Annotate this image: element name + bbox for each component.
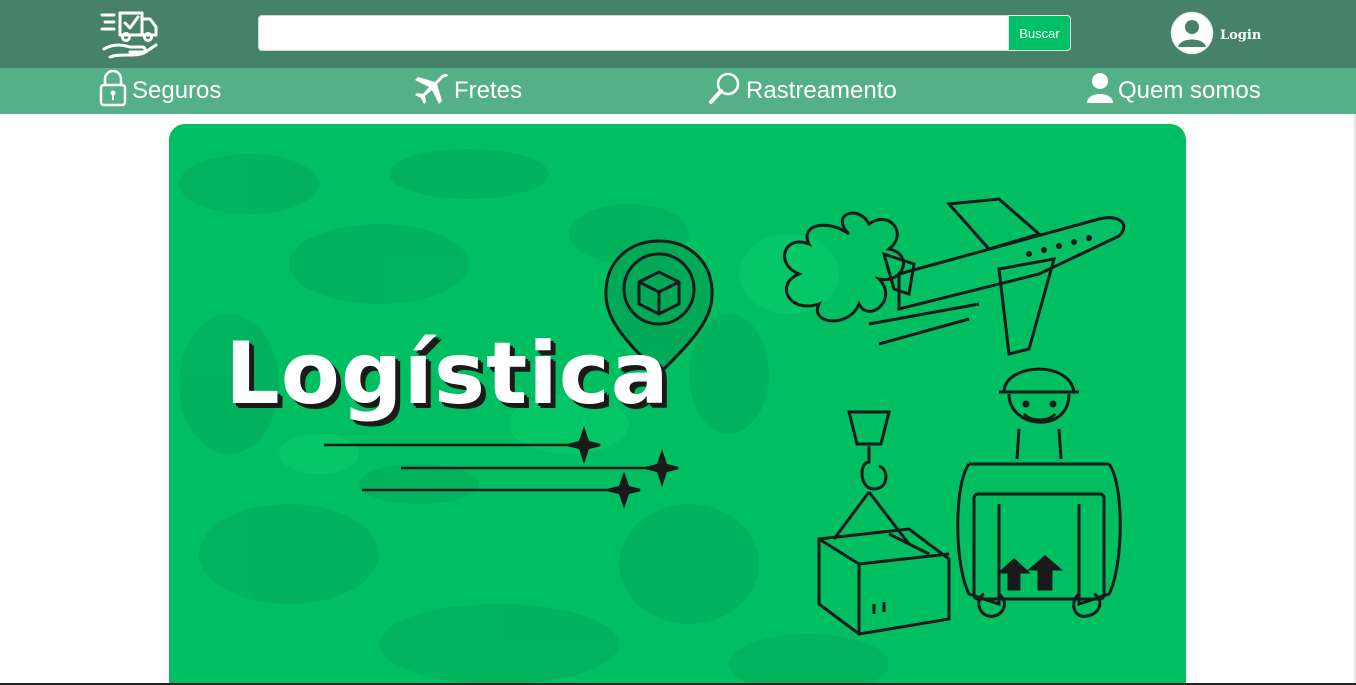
- user-icon: [1086, 72, 1118, 111]
- worker-drawing: [956, 367, 1122, 618]
- nav-label: Seguros: [132, 77, 222, 104]
- login-button[interactable]: Login: [1170, 11, 1261, 60]
- magnifier-icon: [708, 71, 746, 112]
- search-bar: Buscar: [258, 15, 1071, 51]
- search-button[interactable]: Buscar: [1008, 15, 1071, 51]
- nav-item-fretes[interactable]: Fretes: [412, 68, 522, 114]
- delivery-truck-hand-icon[interactable]: [100, 5, 160, 61]
- airplane-icon: [412, 71, 454, 112]
- top-header: Buscar Login: [0, 0, 1356, 68]
- user-avatar-icon: [1170, 11, 1214, 60]
- search-input[interactable]: [258, 15, 1008, 51]
- banner-title: Logística: [225, 324, 670, 424]
- nav-item-seguros[interactable]: Seguros: [98, 68, 221, 114]
- crane-box-drawing: [817, 410, 951, 636]
- nav-item-rastreamento[interactable]: Rastreamento: [708, 68, 897, 114]
- login-label: Login: [1220, 28, 1262, 43]
- airplane-drawing: [868, 197, 1126, 356]
- nav-label: Quem somos: [1118, 77, 1261, 104]
- hero-banner: Logística: [169, 124, 1186, 685]
- nav-label: Fretes: [454, 77, 523, 104]
- nav-item-quem-somos[interactable]: Quem somos: [1086, 68, 1261, 114]
- main-nav: Seguros Fretes Rastreamento Quem somos: [0, 68, 1356, 114]
- lock-icon: [98, 69, 132, 114]
- nav-label: Rastreamento: [746, 77, 897, 104]
